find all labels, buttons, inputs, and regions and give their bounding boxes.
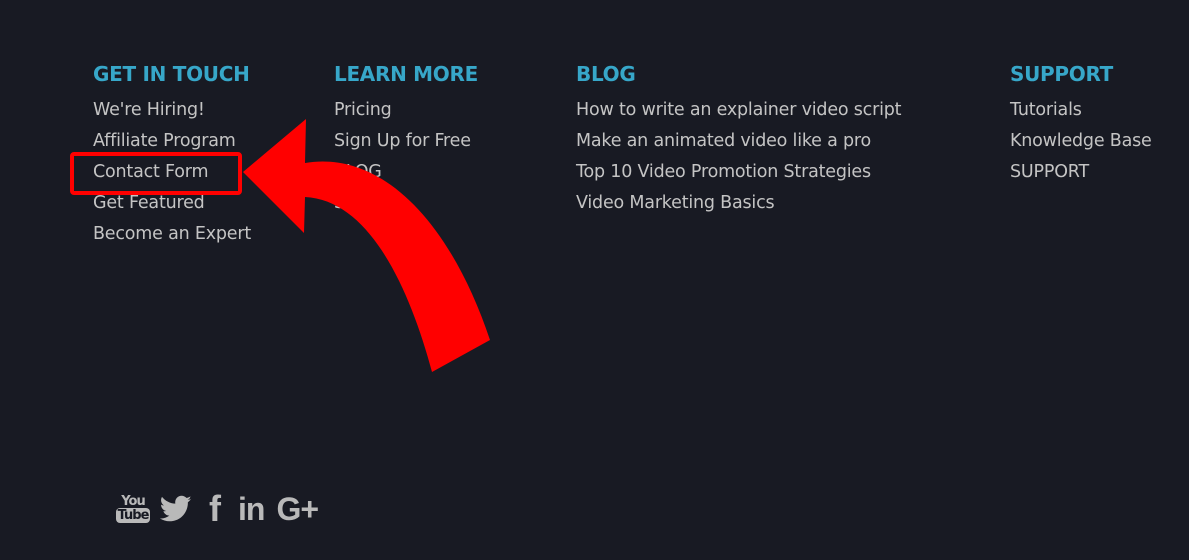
- link-sign-up-free[interactable]: Sign Up for Free: [334, 126, 478, 157]
- link-blog-post[interactable]: Make an animated video like a pro: [576, 126, 901, 157]
- link-tutorials[interactable]: Tutorials: [1010, 95, 1152, 126]
- link-blog[interactable]: BLOG: [334, 157, 478, 188]
- link-knowledge-base[interactable]: Knowledge Base: [1010, 126, 1152, 157]
- column-heading: SUPPORT: [1010, 62, 1114, 86]
- link-sitemap[interactable]: Sitemap: [334, 188, 478, 219]
- column-heading: GET IN TOUCH: [93, 62, 250, 86]
- link-blog-post[interactable]: How to write an explainer video script: [576, 95, 902, 126]
- facebook-icon[interactable]: f: [204, 488, 226, 530]
- link-blog-post[interactable]: Top 10 Video Promotion Strategies: [576, 157, 901, 188]
- footer-column-blog: BLOG How to write an explainer video scr…: [576, 60, 902, 219]
- link-blog-post[interactable]: Video Marketing Basics: [576, 188, 901, 219]
- social-links: You Tube f in G+: [115, 488, 319, 530]
- google-plus-icon[interactable]: G+: [276, 491, 319, 528]
- link-become-an-expert[interactable]: Become an Expert: [93, 219, 251, 250]
- column-heading: BLOG: [576, 62, 636, 86]
- annotation-highlight-box: [70, 152, 242, 195]
- footer-column-learn-more: LEARN MORE Pricing Sign Up for Free BLOG…: [334, 60, 478, 219]
- link-were-hiring[interactable]: We're Hiring!: [93, 95, 251, 126]
- linkedin-icon[interactable]: in: [238, 491, 265, 528]
- twitter-icon[interactable]: [160, 495, 192, 523]
- footer-column-support: SUPPORT Tutorials Knowledge Base SUPPORT: [1010, 60, 1152, 188]
- link-support[interactable]: SUPPORT: [1010, 157, 1152, 188]
- link-pricing[interactable]: Pricing: [334, 95, 478, 126]
- youtube-icon[interactable]: You Tube: [115, 491, 151, 527]
- column-heading: LEARN MORE: [334, 62, 478, 86]
